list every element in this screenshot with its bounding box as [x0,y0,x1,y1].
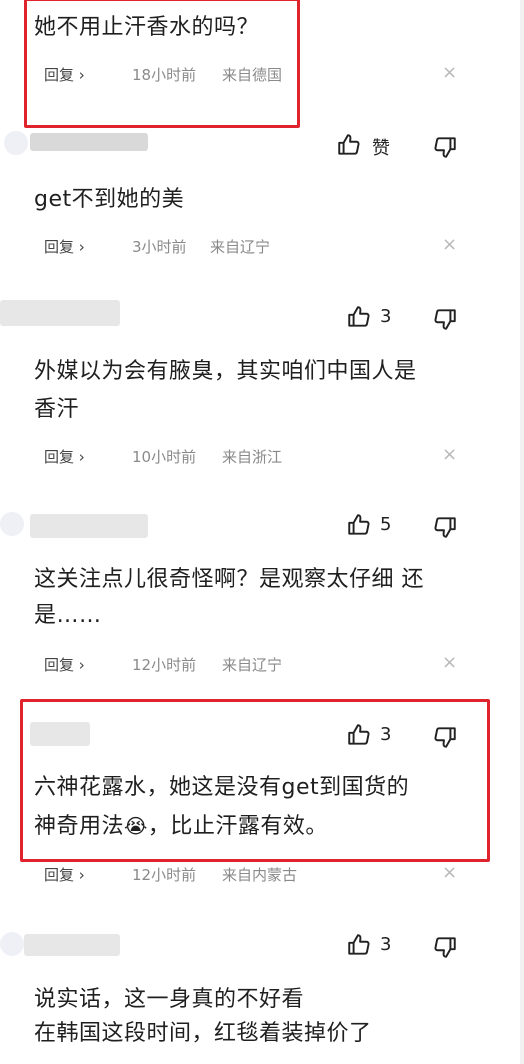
like-count: 3 [380,724,392,745]
close-icon[interactable]: × [442,652,457,673]
reply-button[interactable]: 回复 › [44,64,85,85]
comment-location: 来自德国 [222,66,283,84]
thumbs-down-icon[interactable] [432,934,458,960]
avatar [0,932,24,956]
comment-location: 来自辽宁 [222,656,283,674]
like-count: 3 [380,934,392,955]
close-icon[interactable]: × [442,234,457,255]
like-count: 5 [380,514,392,535]
comment-text: get不到她的美 [34,187,185,212]
comment-text-line: 外媒以为会有腋臭，其实咱们中国人是 [34,359,417,384]
reply-button[interactable]: 回复 › [44,864,85,885]
comment-text-segment: 神奇用法 [34,814,125,839]
reply-button[interactable]: 回复 › [44,236,85,257]
username-blurred [24,934,120,956]
comment-time: 10小时前 [132,448,197,466]
avatar [0,512,24,536]
comment-text-line: 香汗 [34,397,80,422]
comment-text-segment: ，比止汗露有效。 [147,814,328,839]
close-icon[interactable]: × [442,862,457,883]
comment-time: 12小时前 [132,866,197,884]
username-blurred [30,133,148,151]
thumbs-up-icon[interactable] [346,932,372,958]
comment-time: 18小时前 [132,66,197,84]
comment-time: 3小时前 [132,238,187,256]
reply-button[interactable]: 回复 › [44,654,85,675]
username-blurred [0,300,120,326]
thumbs-down-icon[interactable] [432,514,458,540]
comment-text-line: 说实话，这一身真的不好看 [34,987,305,1012]
thumbs-up-icon[interactable] [346,722,372,748]
thumbs-up-icon[interactable] [346,512,372,538]
comment-text-line: 是…… [34,603,102,628]
like-count: 3 [380,306,392,327]
close-icon[interactable]: × [442,62,457,83]
thumbs-down-icon[interactable] [432,724,458,750]
thumbs-up-icon[interactable] [336,132,362,158]
comment-location: 来自内蒙古 [222,866,298,884]
comment-text: 她不用止汗香水的吗？ [34,15,260,40]
comment-text-line: 六神花露水，她这是没有get到国货的 [34,775,410,800]
username-blurred [30,722,90,746]
thumbs-down-icon[interactable] [432,306,458,332]
crying-emoji-icon: 😭 [124,814,148,838]
comment-text-line: 在韩国这段时间，红毯着装掉价了 [34,1021,372,1046]
comment-time: 12小时前 [132,656,197,674]
avatar [4,131,28,155]
username-blurred [30,514,148,538]
close-icon[interactable]: × [442,444,457,465]
comment-text-line: 这关注点儿很奇怪啊？是观察太仔细 还 [34,567,424,592]
comment-text-line-2: 神奇用法😭，比止汗露有效。 [34,810,328,843]
thumbs-down-icon[interactable] [432,134,458,160]
scrollbar[interactable] [520,0,524,1064]
comment-location: 来自辽宁 [210,238,271,256]
thumbs-up-icon[interactable] [346,304,372,330]
comment-location: 来自浙江 [222,448,283,466]
reply-button[interactable]: 回复 › [44,446,85,467]
like-label[interactable]: 赞 [372,134,390,160]
